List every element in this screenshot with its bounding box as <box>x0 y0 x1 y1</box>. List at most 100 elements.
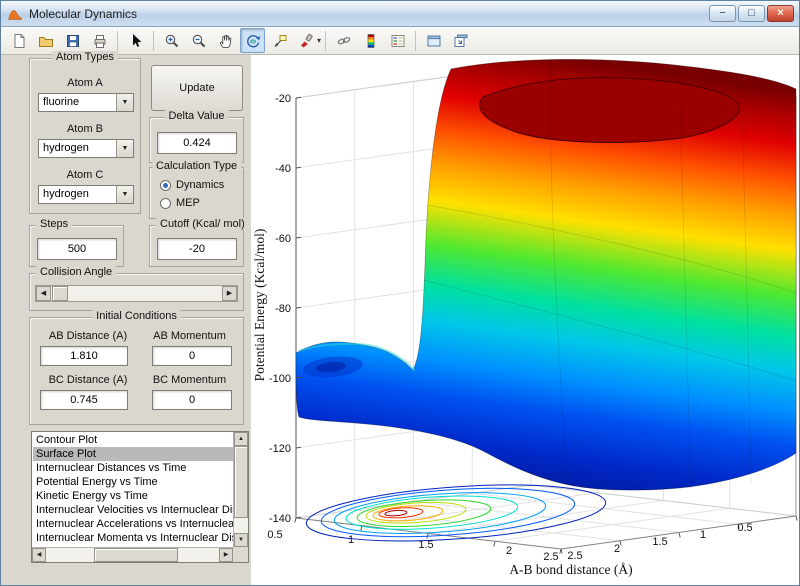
bc-momentum-label: BC Momentum <box>142 374 237 386</box>
insert-legend-button[interactable] <box>385 28 410 53</box>
scroll-right-arrow[interactable]: ▶ <box>219 548 233 562</box>
titlebar[interactable]: Molecular Dynamics − □ × <box>1 1 799 27</box>
collision-angle-slider[interactable]: ◀ ▶ <box>35 285 238 302</box>
z-axis-tick-labels: -20 -40 -60 -80 -100 -120 -140 <box>269 93 291 525</box>
atom-b-value: hydrogen <box>43 142 89 154</box>
mep-radio-label[interactable]: MEP <box>176 197 200 209</box>
bc-momentum-input[interactable] <box>152 390 232 410</box>
zoom-out-button[interactable] <box>186 28 211 53</box>
edit-plot-cursor-button[interactable] <box>123 28 148 53</box>
app-icon <box>7 6 23 22</box>
horizontal-scroll-thumb[interactable] <box>94 548 178 562</box>
figure-toolbar: ▾ <box>1 27 799 55</box>
z-axis-label: Potential Energy (Kcal/mol) <box>252 229 267 382</box>
rotate-3d-button[interactable] <box>240 28 265 53</box>
scroll-up-arrow[interactable]: ▲ <box>234 432 248 446</box>
list-item[interactable]: Internuclear Momenta vs Internuclear Dis… <box>33 531 233 545</box>
svg-text:-60: -60 <box>275 233 291 245</box>
plateau-top-face <box>480 78 740 143</box>
new-figure-button[interactable] <box>6 28 31 53</box>
save-figure-button[interactable] <box>60 28 85 53</box>
collision-angle-panel: Collision Angle ◀ ▶ <box>29 273 244 311</box>
list-item[interactable]: Internuclear Velocities vs Internuclear … <box>33 503 233 517</box>
brush-dropdown-caret-icon[interactable]: ▾ <box>317 36 321 45</box>
zoom-in-button[interactable] <box>159 28 184 53</box>
svg-text:0.5: 0.5 <box>737 522 752 534</box>
bc-distance-input[interactable] <box>40 390 128 410</box>
svg-text:-40: -40 <box>275 163 291 175</box>
x-axis-label: A-B bond distance (Å) <box>509 562 632 577</box>
atom-a-select[interactable]: fluorine ▼ <box>38 93 134 112</box>
svg-text:1.5: 1.5 <box>652 536 667 548</box>
vertical-scroll-thumb[interactable] <box>234 446 248 518</box>
horizontal-scrollbar[interactable]: ◀ ▶ <box>32 547 233 562</box>
ab-momentum-label: AB Momentum <box>142 330 237 342</box>
minimize-button[interactable]: − <box>709 5 736 22</box>
vertical-scrollbar[interactable]: ▲ ▼ <box>233 432 248 547</box>
window-controls: − □ × <box>709 5 794 22</box>
scroll-down-arrow[interactable]: ▼ <box>234 533 248 547</box>
potential-energy-surface-plot[interactable]: -20 -40 -60 -80 -100 -120 -140 0.5 1 1.5… <box>251 55 800 586</box>
list-item[interactable]: Kinetic Energy vs Time <box>33 489 233 503</box>
dynamics-radio[interactable] <box>160 180 171 191</box>
client-area: Atom Types Atom A fluorine ▼ Atom B hydr… <box>1 55 799 585</box>
pan-hand-button[interactable] <box>213 28 238 53</box>
list-item-selected[interactable]: Surface Plot <box>33 447 233 461</box>
cutoff-title: Cutoff (Kcal/ mol) <box>156 218 249 230</box>
combo-arrow-icon[interactable]: ▼ <box>116 94 133 111</box>
slider-thumb[interactable] <box>52 286 68 301</box>
steps-input[interactable] <box>37 238 117 260</box>
toolbar-separator <box>325 31 326 51</box>
combo-arrow-icon[interactable]: ▼ <box>116 186 133 203</box>
print-figure-button[interactable] <box>87 28 112 53</box>
ab-distance-label: AB Distance (A) <box>38 330 138 342</box>
delta-value-title: Delta Value <box>164 110 228 122</box>
plot-region: -20 -40 -60 -80 -100 -120 -140 0.5 1 1.5… <box>251 55 800 586</box>
svg-text:-120: -120 <box>269 443 291 455</box>
link-plot-button[interactable] <box>331 28 356 53</box>
open-file-button[interactable] <box>33 28 58 53</box>
svg-text:-80: -80 <box>275 303 291 315</box>
slider-left-arrow[interactable]: ◀ <box>36 286 51 301</box>
plot-type-listbox[interactable]: Contour Plot Surface Plot Internuclear D… <box>31 431 249 563</box>
cutoff-input[interactable] <box>157 238 237 260</box>
dynamics-radio-label[interactable]: Dynamics <box>176 179 224 191</box>
plot-type-list: Contour Plot Surface Plot Internuclear D… <box>33 433 233 547</box>
initial-conditions-panel: Initial Conditions AB Distance (A) AB Mo… <box>29 317 244 425</box>
atom-a-label: Atom A <box>30 77 140 89</box>
data-cursor-button[interactable] <box>267 28 292 53</box>
y-axis-tick-labels: 2.5 2 1.5 1 0.5 <box>567 522 752 562</box>
mep-radio[interactable] <box>160 198 171 209</box>
list-item[interactable]: Internuclear Accelerations vs Internucle… <box>33 517 233 531</box>
svg-text:-20: -20 <box>275 93 291 105</box>
update-button[interactable]: Update <box>151 65 243 111</box>
steps-panel: Steps <box>29 225 124 267</box>
ab-distance-input[interactable] <box>40 346 128 366</box>
toolbar-separator <box>117 31 118 51</box>
list-item[interactable]: Potential Energy vs Time <box>33 475 233 489</box>
insert-colorbar-button[interactable] <box>358 28 383 53</box>
atom-b-select[interactable]: hydrogen ▼ <box>38 139 134 158</box>
delta-value-panel: Delta Value <box>149 117 244 163</box>
combo-arrow-icon[interactable]: ▼ <box>116 140 133 157</box>
atom-types-panel: Atom Types Atom A fluorine ▼ Atom B hydr… <box>29 58 141 214</box>
toolbar-separator <box>153 31 154 51</box>
collision-angle-title: Collision Angle <box>36 266 116 278</box>
x-axis-tick-labels: 0.5 1 1.5 2 2.5 <box>267 529 558 563</box>
brush-data-button[interactable] <box>294 28 319 53</box>
surface-mesh[interactable] <box>296 58 796 490</box>
scrollbar-corner <box>233 547 248 562</box>
delta-value-input[interactable] <box>157 132 237 154</box>
atom-types-title: Atom Types <box>52 51 118 63</box>
slider-right-arrow[interactable]: ▶ <box>222 286 237 301</box>
hide-plot-tools-button[interactable] <box>421 28 446 53</box>
list-item[interactable]: Contour Plot <box>33 433 233 447</box>
show-plot-tools-dock-button[interactable] <box>448 28 473 53</box>
scroll-left-arrow[interactable]: ◀ <box>32 548 46 562</box>
maximize-button[interactable]: □ <box>738 5 765 22</box>
svg-text:-140: -140 <box>269 513 291 525</box>
ab-momentum-input[interactable] <box>152 346 232 366</box>
atom-c-select[interactable]: hydrogen ▼ <box>38 185 134 204</box>
close-button[interactable]: × <box>767 5 794 22</box>
list-item[interactable]: Internuclear Distances vs Time <box>33 461 233 475</box>
